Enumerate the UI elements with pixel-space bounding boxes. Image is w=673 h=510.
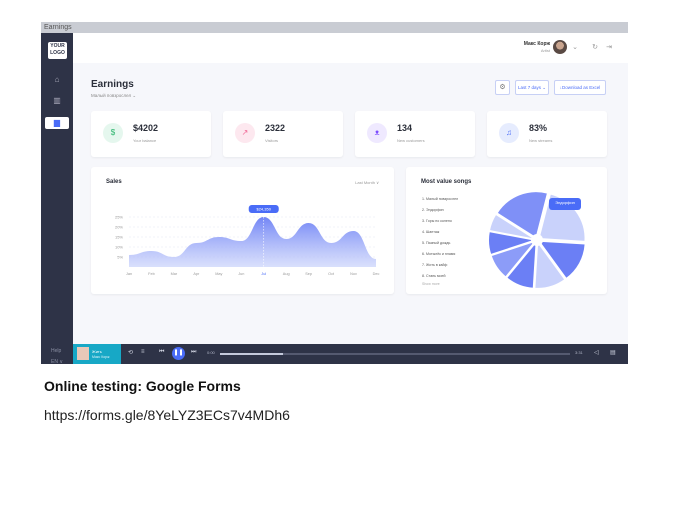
logout-icon[interactable]: ⇥ <box>606 43 612 51</box>
pie-center <box>531 234 543 246</box>
y-tick-label: 20% <box>115 225 123 230</box>
stat-label: New customers <box>397 138 425 143</box>
avatar[interactable] <box>553 40 567 54</box>
songs-pie-chart: Эндорфин <box>488 191 586 289</box>
settings-button[interactable]: ⚙ <box>495 80 510 95</box>
stat-value: 83% <box>529 123 548 133</box>
y-tick-label: 15% <box>115 235 123 240</box>
refresh-icon[interactable]: ↻ <box>592 43 598 51</box>
y-tick-label: 25% <box>115 215 123 220</box>
sales-area <box>129 217 376 267</box>
music-player: Жить Макс Корж ⟲ ≡ ⏮ ❚❚ ⏭ 0:00 3:31 ◁ ▤ <box>73 344 628 364</box>
stat-card-visitors: ↗ 2322 Visitors <box>223 111 343 157</box>
queue-icon[interactable]: ≡ <box>141 349 145 355</box>
x-tick-label: Feb <box>148 272 155 276</box>
window-title: Earnings <box>41 22 628 33</box>
pause-button[interactable]: ❚❚ <box>172 347 185 360</box>
help-link[interactable]: Help <box>51 348 61 354</box>
previous-icon[interactable]: ⏮ <box>159 349 164 356</box>
y-tick-label: 5% <box>117 255 123 260</box>
home-icon[interactable]: ⌂ <box>49 74 65 86</box>
pie-badge-text: Эндорфин <box>555 200 575 205</box>
repeat-icon[interactable]: ⟲ <box>128 349 133 356</box>
user-role: Artist <box>540 48 550 53</box>
now-playing[interactable]: Жить Макс Корж <box>73 344 121 364</box>
logo[interactable]: YOUR LOGO <box>48 42 67 59</box>
document-icon[interactable]: ▆ <box>45 117 69 129</box>
volume-icon[interactable]: ◁ <box>594 349 599 356</box>
language-select[interactable]: EN ∨ <box>51 359 63 365</box>
progress-fill <box>220 353 283 355</box>
user-name: Макс Корж <box>523 41 550 47</box>
period-dropdown[interactable]: Last 7 days ⌄ <box>515 80 549 95</box>
time-total: 3:31 <box>575 350 583 355</box>
trend-icon: ↗ <box>235 123 255 143</box>
caption: Online testing: Google Forms <box>44 378 241 394</box>
user-icon: ᴥ <box>367 123 387 143</box>
app-screenshot: Earnings YOUR LOGO ⌂ ▥ ▆ Help EN ∨ Макс … <box>41 22 628 365</box>
x-tick-label: Dec <box>373 272 380 276</box>
top-bar: Макс Корж Artist ⌄ ↻ ⇥ <box>73 33 628 63</box>
release-dropdown[interactable]: Малый повзрослел ⌄ <box>91 93 136 99</box>
track-artist: Макс Корж <box>92 355 110 359</box>
stat-card-customers: ᴥ 134 New customers <box>355 111 475 157</box>
x-tick-label: Jan <box>126 272 132 276</box>
progress-bar[interactable] <box>220 353 570 355</box>
chevron-down-icon[interactable]: ⌄ <box>572 43 578 51</box>
sidebar: YOUR LOGO ⌂ ▥ ▆ Help EN ∨ <box>41 33 73 365</box>
stat-value: 2322 <box>265 123 286 133</box>
page-title: Earnings <box>91 79 134 90</box>
playlist-icon[interactable]: ▤ <box>610 349 616 356</box>
stat-value: $4202 <box>133 123 159 133</box>
x-tick-label: Aug <box>283 272 290 276</box>
dollar-icon: $ <box>103 123 123 143</box>
stat-card-streams: ♫ 83% New streams <box>487 111 607 157</box>
stat-card-balance: $ $4202 Your balance <box>91 111 211 157</box>
x-tick-label: Apr <box>193 272 200 276</box>
album-cover <box>77 347 89 360</box>
songs-card: Most value songs 1. Малый повзрослел 2. … <box>406 167 607 294</box>
x-tick-label: Jun <box>238 272 244 276</box>
x-tick-label: Oct <box>328 272 335 276</box>
x-tick-label: May <box>215 272 222 276</box>
x-tick-label: Mar <box>171 272 178 276</box>
sales-card: Sales Last Month ∨ 5% 10% 15% 20% 25% Jan Feb M… <box>91 167 394 294</box>
y-tick-label: 10% <box>115 245 123 250</box>
stat-label: New streams <box>529 138 553 143</box>
stat-label: Your balance <box>133 138 157 143</box>
x-tick-label: Jul <box>261 272 266 276</box>
sales-chart: 5% 10% 15% 20% 25% Jan Feb Mar Apr May Jun Jul Aug Se… <box>115 205 380 276</box>
x-tick-label: Nov <box>350 272 357 276</box>
music-icon: ♫ <box>499 123 519 143</box>
stat-value: 134 <box>397 123 413 133</box>
time-elapsed: 0:00 <box>207 350 215 355</box>
bar-chart-icon[interactable]: ▥ <box>49 95 65 107</box>
form-link[interactable]: https://forms.gle/8YeLYZ3ECs7v4MDh6 <box>44 407 290 423</box>
peak-tooltip-text: $24,350 <box>256 207 271 212</box>
download-excel-button[interactable]: ↓Download as Excel <box>554 80 606 95</box>
track-title: Жить <box>92 349 102 354</box>
stat-label: Visitors <box>265 138 279 143</box>
next-icon[interactable]: ⏭ <box>191 349 196 356</box>
x-tick-label: Sep <box>305 272 312 276</box>
